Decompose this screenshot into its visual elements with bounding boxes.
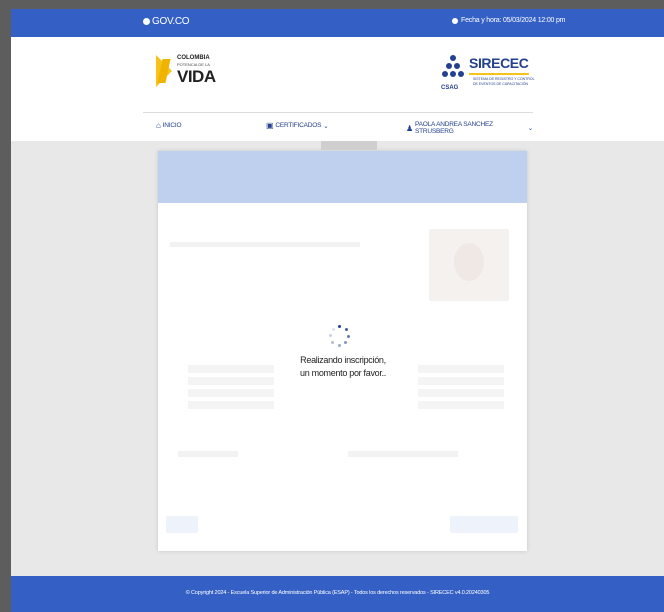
datetime-display: Fecha y hora: 05/03/2024 12:00 pm (452, 17, 566, 24)
faded-value-1 (178, 451, 238, 457)
gov-top-bar: GOV.CO Fecha y hora: 05/03/2024 12:00 pm (11, 9, 664, 37)
logo-colombia-text: COLOMBIA (177, 55, 210, 61)
site-footer: © Copyright 2024 - Escuela Superior de A… (11, 576, 664, 612)
browser-viewport: GOV.CO Fecha y hora: 05/03/2024 12:00 pm… (11, 9, 664, 612)
main-content: Realizando inscripción, un momento por f… (11, 141, 664, 576)
header-tab-stub (321, 141, 377, 150)
loading-message: Realizando inscripción, un momento por f… (258, 354, 428, 380)
main-nav: ⌂ INICIO ▣ CERTIFICADOS ⌄ ♟ PAOLA ANDREA… (143, 119, 533, 135)
footer-copyright: © Copyright 2024 - Escuela Superior de A… (185, 590, 490, 596)
certificate-icon: ▣ (266, 121, 274, 130)
site-header: COLOMBIA POTENCIA DE LA VIDA CSAG SIRECE… (11, 37, 664, 141)
nav-user-menu[interactable]: ♟ PAOLA ANDREA SANCHEZ STRUSBERG ⌄ (406, 121, 533, 135)
gov-co-text: GOV.CO (152, 16, 190, 27)
sirecec-underline (469, 73, 529, 75)
chevron-down-icon: ⌄ (527, 125, 533, 132)
loading-spinner-icon (328, 324, 352, 348)
loading-message-line2: un momento por favor.. (300, 368, 386, 378)
gov-co-icon (143, 18, 150, 25)
sirecec-subtitle: SISTEMA DE REGISTRO Y CONTROL DE EVENTOS… (473, 77, 535, 86)
nav-inicio[interactable]: ⌂ INICIO (156, 121, 182, 130)
nav-inicio-label: INICIO (162, 122, 182, 129)
user-icon: ♟ (406, 123, 413, 133)
card-header-faded (158, 151, 527, 203)
clock-icon (452, 17, 458, 24)
sirecec-title: SIRECEC (469, 55, 529, 71)
nav-certificados[interactable]: ▣ CERTIFICADOS ⌄ (266, 121, 329, 130)
nav-certificados-label: CERTIFICADOS (275, 122, 322, 129)
register-button-faded[interactable] (450, 516, 518, 533)
event-card-overlayed: Realizando inscripción, un momento por f… (158, 151, 527, 551)
faded-value-2 (348, 451, 458, 457)
nav-divider (143, 112, 533, 113)
colombia-potencia-vida-logo[interactable]: COLOMBIA POTENCIA DE LA VIDA (156, 53, 216, 89)
home-icon: ⌂ (156, 121, 161, 130)
csag-dots-icon (441, 55, 465, 87)
loading-message-line1: Realizando inscripción, (300, 355, 386, 365)
faded-field-line (170, 242, 360, 247)
portrait-shape (454, 243, 484, 281)
datetime-text: Fecha y hora: 05/03/2024 12:00 pm (461, 17, 566, 24)
faded-info-col-3 (418, 365, 504, 413)
chevron-down-icon: ⌄ (323, 122, 329, 130)
event-image-faded (429, 229, 509, 301)
sirecec-logo[interactable]: CSAG SIRECEC SISTEMA DE REGISTRO Y CONTR… (441, 51, 541, 91)
nav-user-label: PAOLA ANDREA SANCHEZ STRUSBERG (414, 121, 493, 135)
csag-text: CSAG (441, 85, 459, 91)
gov-co-link[interactable]: GOV.CO (143, 16, 190, 27)
back-button-faded[interactable] (166, 516, 198, 533)
logo-vida-text: VIDA (177, 67, 216, 86)
